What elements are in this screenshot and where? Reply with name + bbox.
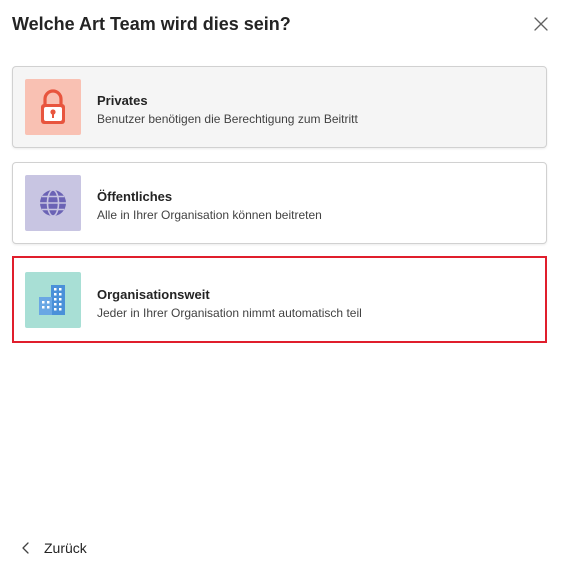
team-type-dialog: Welche Art Team wird dies sein? Privates… xyxy=(0,0,562,569)
option-public[interactable]: Öffentliches Alle in Ihrer Organisation … xyxy=(12,162,547,244)
lock-icon xyxy=(41,89,65,124)
option-public-title: Öffentliches xyxy=(97,189,173,204)
option-org-wide-title: Organisationsweit xyxy=(97,287,210,302)
org-wide-tile xyxy=(25,272,81,328)
back-button[interactable]: Zurück xyxy=(18,538,87,558)
building-icon xyxy=(39,285,65,315)
chevron-left-icon xyxy=(22,542,29,554)
back-label: Zurück xyxy=(44,540,87,556)
option-private[interactable]: Privates Benutzer benötigen die Berechti… xyxy=(12,66,547,148)
option-public-description: Alle in Ihrer Organisation können beitre… xyxy=(97,208,322,222)
option-org-wide[interactable]: Organisationsweit Jeder in Ihrer Organis… xyxy=(12,256,547,343)
close-icon[interactable] xyxy=(531,14,551,34)
dialog-title: Welche Art Team wird dies sein? xyxy=(12,14,291,34)
private-tile xyxy=(25,79,81,135)
globe-icon xyxy=(40,189,66,217)
option-private-description: Benutzer benötigen die Berechtigung zum … xyxy=(97,112,358,126)
public-tile xyxy=(25,175,81,231)
option-private-title: Privates xyxy=(97,93,148,108)
option-org-wide-description: Jeder in Ihrer Organisation nimmt automa… xyxy=(97,306,362,320)
